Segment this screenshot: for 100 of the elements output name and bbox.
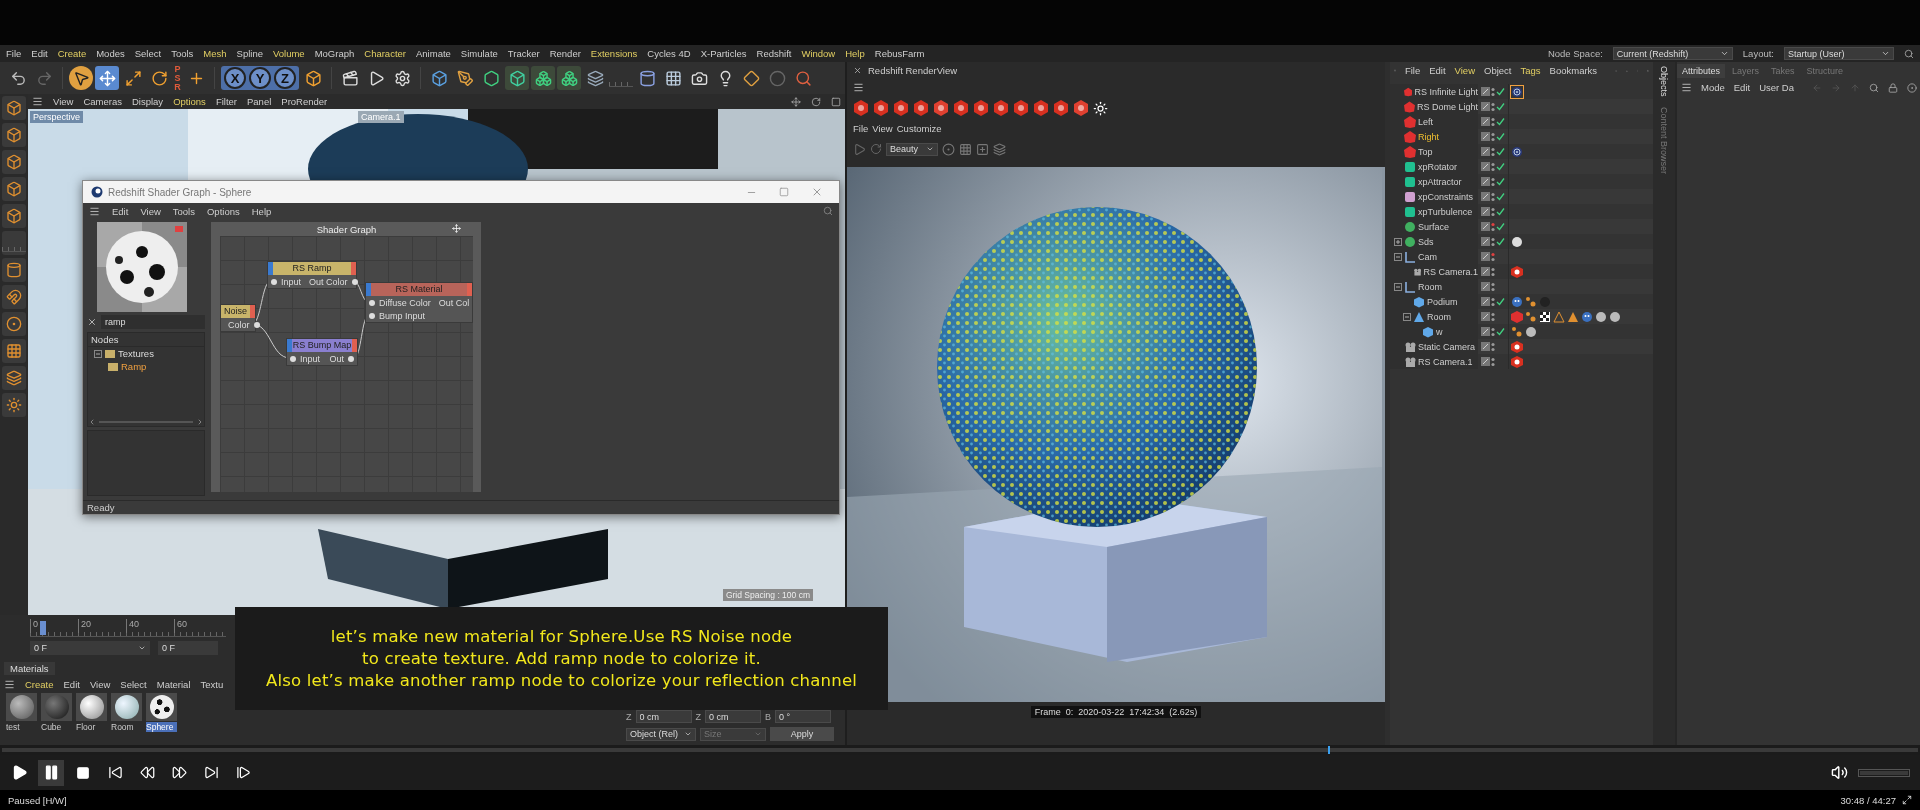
layer-icon[interactable] xyxy=(1481,282,1490,291)
cube-icon[interactable] xyxy=(2,150,26,174)
graph-node[interactable]: RS Ramp Input Out Color xyxy=(267,261,357,289)
layer-icon[interactable] xyxy=(1481,297,1490,306)
menu-item[interactable]: Edit xyxy=(1429,65,1446,76)
material-tag-icon[interactable] xyxy=(1609,310,1621,323)
layout-dropdown[interactable]: Startup (User) xyxy=(1784,47,1894,60)
menu-item[interactable]: Tools xyxy=(171,48,194,59)
square-icon[interactable] xyxy=(831,96,841,107)
layer-icon[interactable] xyxy=(1481,132,1490,141)
sun-icon[interactable] xyxy=(1093,100,1108,116)
menu-item[interactable]: Help xyxy=(251,205,272,217)
menu-item[interactable]: Window xyxy=(801,48,836,59)
menu-item[interactable]: Filter xyxy=(215,96,237,107)
object-name[interactable]: Cam xyxy=(1418,251,1437,262)
pause-button[interactable] xyxy=(38,759,64,786)
material-name[interactable]: Room xyxy=(111,722,142,732)
check-icon[interactable] xyxy=(1496,177,1505,186)
boxes-icon[interactable] xyxy=(557,66,581,90)
menu-item[interactable]: Cameras xyxy=(83,96,122,107)
layer-icon[interactable] xyxy=(1481,327,1490,336)
menu-item[interactable]: Select xyxy=(120,678,147,690)
visibility-dots-icon[interactable] xyxy=(1491,206,1495,217)
material-thumbnail[interactable] xyxy=(41,693,72,721)
mode-dropdown[interactable]: Object (Rel) xyxy=(626,727,696,741)
move-icon[interactable] xyxy=(95,66,119,90)
apply-button[interactable]: Apply xyxy=(770,727,834,741)
side-tab[interactable]: Objects xyxy=(1659,66,1669,97)
visibility-dots-icon[interactable] xyxy=(1491,176,1495,187)
menu-item[interactable]: Material xyxy=(156,678,191,690)
triangle-tag-icon[interactable] xyxy=(1567,310,1579,323)
menu-item[interactable]: View xyxy=(53,96,74,107)
material-tag-icon[interactable] xyxy=(1595,310,1607,323)
menu-item[interactable]: ProRender xyxy=(281,96,328,107)
hexagon-icon[interactable] xyxy=(1013,100,1029,116)
check-icon[interactable] xyxy=(1496,222,1505,231)
hexagon-icon[interactable] xyxy=(953,100,969,116)
visibility-dots-icon[interactable] xyxy=(1491,101,1495,112)
layer-icon[interactable] xyxy=(1481,267,1490,276)
menu-item[interactable]: View xyxy=(89,678,111,690)
menu-item[interactable]: Render xyxy=(549,48,581,59)
node-space-dropdown[interactable]: Current (Redshift) xyxy=(1612,47,1733,60)
object-row[interactable]: Cam xyxy=(1390,249,1653,264)
menu-item[interactable]: Extensions xyxy=(590,48,638,59)
object-name[interactable]: Left xyxy=(1418,116,1433,127)
visibility-dots-icon[interactable] xyxy=(1491,221,1495,232)
layer-icon[interactable] xyxy=(1481,87,1490,96)
material-name[interactable]: Cube xyxy=(41,722,72,732)
object-row[interactable]: Static Camera xyxy=(1390,339,1653,354)
magnet-icon[interactable] xyxy=(2,285,26,309)
menu-item[interactable]: Edit xyxy=(63,678,80,690)
menu-item[interactable]: Object xyxy=(1484,65,1512,76)
clear-search-icon[interactable] xyxy=(87,317,97,327)
check-icon[interactable] xyxy=(1496,192,1505,201)
visibility-dots-icon[interactable] xyxy=(1491,266,1495,277)
grid-icon[interactable] xyxy=(959,142,972,156)
cylinder-icon[interactable] xyxy=(2,258,26,282)
chevron-left-icon[interactable] xyxy=(88,418,96,426)
check-icon[interactable] xyxy=(1496,237,1505,246)
fullscreen-icon[interactable] xyxy=(1902,795,1912,805)
material-thumbnail[interactable] xyxy=(76,693,107,721)
visibility-dots-icon[interactable] xyxy=(1491,281,1495,292)
aov-dropdown[interactable]: Beauty xyxy=(886,142,938,156)
object-row[interactable]: Room xyxy=(1390,279,1653,294)
material-name[interactable]: Sphere xyxy=(146,722,177,732)
layer-icon[interactable] xyxy=(1481,192,1490,201)
menu-item[interactable]: Mode xyxy=(1701,82,1725,93)
material-name[interactable]: Floor xyxy=(76,722,107,732)
visibility-dots-icon[interactable] xyxy=(1491,236,1495,247)
camera-tag-icon[interactable] xyxy=(1511,340,1523,353)
menu-item[interactable]: Help xyxy=(845,48,865,59)
object-name[interactable]: Top xyxy=(1418,146,1433,157)
menu-item[interactable]: Edit xyxy=(31,48,48,59)
menu-item[interactable]: Panel xyxy=(247,96,272,107)
menu-item[interactable]: File xyxy=(1404,65,1421,76)
menu-item[interactable]: Animate xyxy=(416,48,451,59)
menu-item[interactable]: Options xyxy=(207,205,240,217)
menu-item[interactable]: Create xyxy=(25,678,54,690)
grid-icon[interactable] xyxy=(2,339,26,363)
dots-tag-icon[interactable] xyxy=(1511,325,1523,338)
refresh-icon[interactable] xyxy=(870,143,882,155)
material-thumbnail[interactable] xyxy=(111,693,142,721)
expand-toggle[interactable] xyxy=(1394,282,1402,291)
menu-item[interactable]: View xyxy=(872,122,893,134)
scrollbar-thumb[interactable] xyxy=(99,421,193,423)
check-icon[interactable] xyxy=(1496,297,1505,306)
layer-icon[interactable] xyxy=(1481,207,1490,216)
output-port[interactable] xyxy=(348,355,354,362)
expand-toggle[interactable] xyxy=(1394,237,1402,246)
layer-icon[interactable] xyxy=(1481,147,1490,156)
visibility-dots-icon[interactable] xyxy=(1491,251,1495,262)
hexagon-icon[interactable] xyxy=(1033,100,1049,116)
check-icon[interactable] xyxy=(1496,147,1505,156)
axis-toggle[interactable]: Z xyxy=(274,67,296,89)
circle-dot-icon[interactable] xyxy=(942,142,955,156)
visibility-dots-icon[interactable] xyxy=(1491,341,1495,352)
move-icon[interactable] xyxy=(452,224,461,233)
layers-icon[interactable] xyxy=(993,142,1006,156)
node-search-field[interactable]: ramp xyxy=(101,315,205,329)
object-name[interactable]: Room xyxy=(1418,281,1442,292)
